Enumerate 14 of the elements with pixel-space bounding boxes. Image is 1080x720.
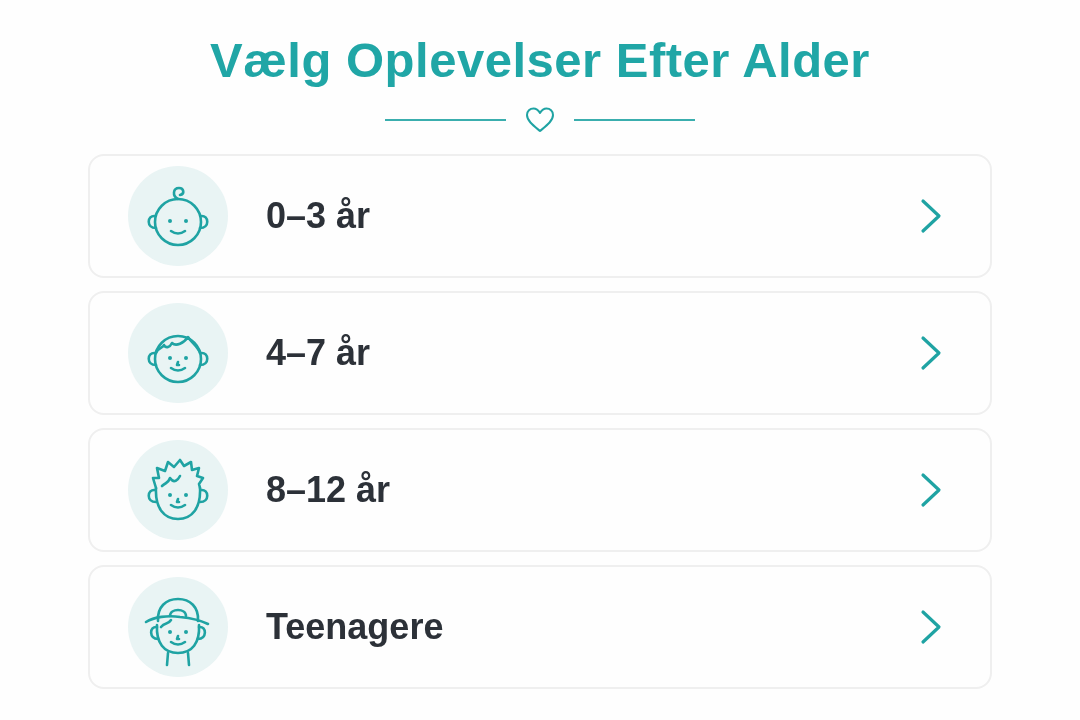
chevron-right-icon — [920, 609, 942, 645]
boy-cap-face-icon — [128, 577, 228, 677]
age-group-button[interactable]: 4–7 år — [88, 291, 992, 415]
chevron-right-icon — [920, 198, 942, 234]
age-group-button[interactable]: 0–3 år — [88, 154, 992, 278]
baby-face-icon — [128, 166, 228, 266]
age-group-button[interactable]: Teenagere — [88, 565, 992, 689]
page-title: Vælg Oplevelser Efter Alder — [210, 32, 870, 89]
boy-face-icon — [128, 440, 228, 540]
chevron-right-icon — [920, 335, 942, 371]
child-face-icon — [128, 303, 228, 403]
heart-icon — [524, 106, 556, 134]
age-group-button[interactable]: 8–12 år — [88, 428, 992, 552]
chevron-right-icon — [920, 472, 942, 508]
